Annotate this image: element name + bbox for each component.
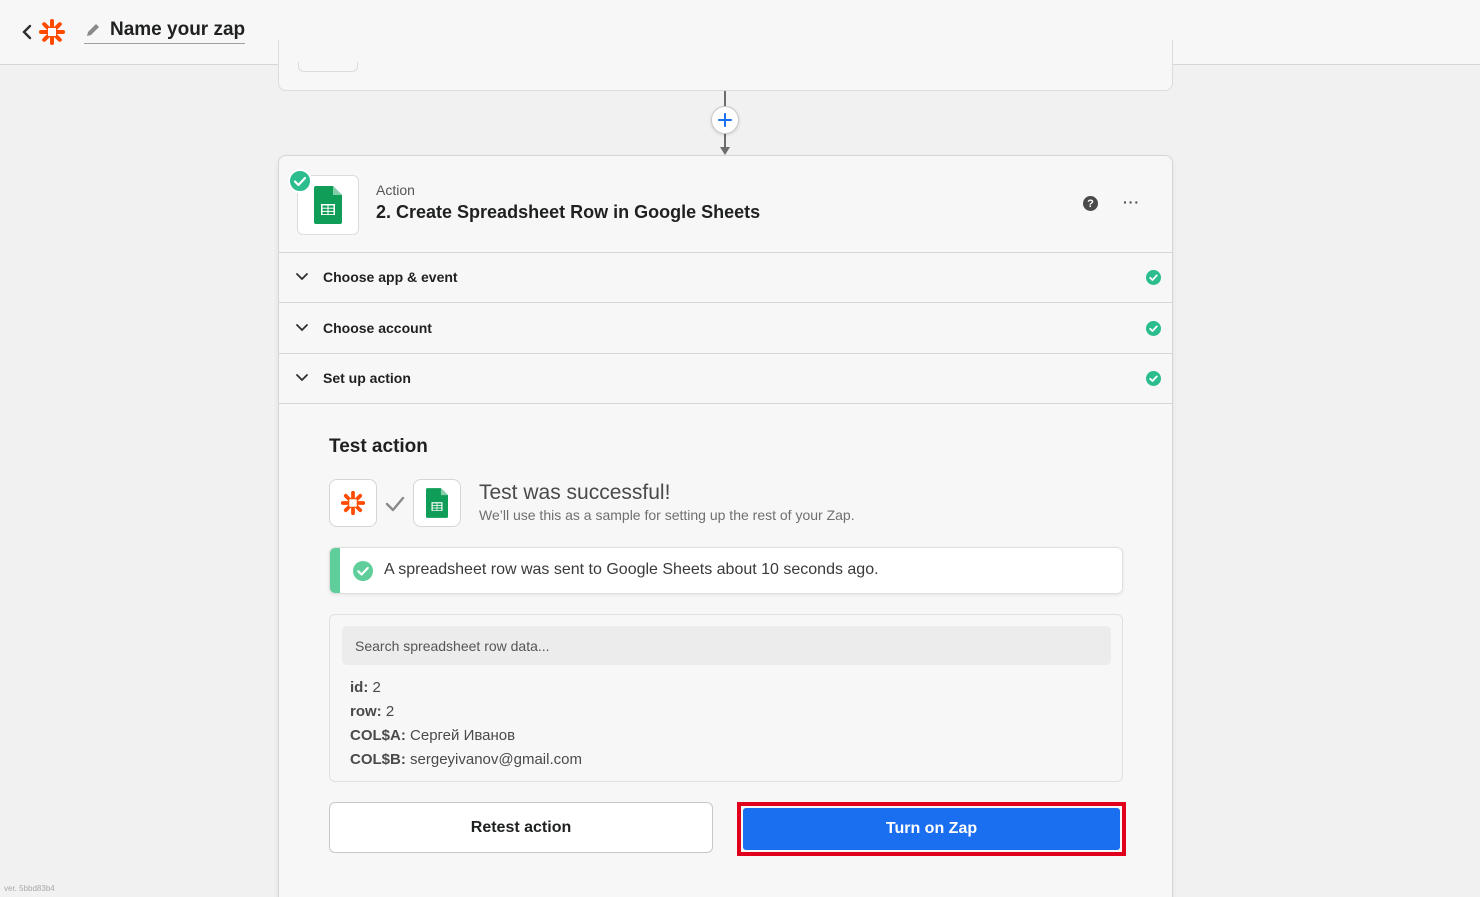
field-key: COL$A: xyxy=(350,727,406,744)
test-success-subtitle: We’ll use this as a sample for setting u… xyxy=(479,507,855,523)
chevron-down-icon xyxy=(296,324,308,332)
success-notice: A spreadsheet row was sent to Google She… xyxy=(329,547,1123,594)
data-field-row: id: 2 xyxy=(350,679,381,696)
complete-check-icon xyxy=(1146,321,1161,336)
row-data-panel: id: 2 row: 2 COL$A: Сергей Иванов COL$B:… xyxy=(329,614,1123,782)
chevron-left-icon[interactable] xyxy=(18,20,36,44)
google-sheets-icon xyxy=(426,488,448,518)
field-key: id: xyxy=(350,679,369,696)
zapier-asterisk-icon[interactable] xyxy=(38,18,66,46)
field-value: 2 xyxy=(372,679,381,696)
complete-check-icon xyxy=(1146,371,1161,386)
data-field-row: row: 2 xyxy=(350,703,394,720)
section-choose-app-event[interactable]: Choose app & event xyxy=(279,253,1172,303)
help-icon[interactable]: ? xyxy=(1083,196,1098,211)
data-field-row: COL$A: Сергей Иванов xyxy=(350,727,515,744)
plus-icon xyxy=(718,113,732,127)
chevron-down-icon xyxy=(296,273,308,281)
complete-check-icon xyxy=(1146,270,1161,285)
google-sheets-app-icon xyxy=(413,479,461,527)
action-card-header[interactable]: Action 2. Create Spreadsheet Row in Goog… xyxy=(279,156,1172,253)
add-step-button[interactable] xyxy=(711,106,739,134)
section-label: Choose account xyxy=(323,320,432,336)
turn-on-zap-button[interactable]: Turn on Zap xyxy=(743,808,1120,850)
retest-action-button[interactable]: Retest action xyxy=(329,802,713,853)
test-success-title: Test was successful! xyxy=(479,481,671,504)
field-value: sergeyivanov@gmail.com xyxy=(410,751,582,768)
field-value: 2 xyxy=(385,703,395,720)
section-set-up-action[interactable]: Set up action xyxy=(279,354,1172,404)
step-title: 2. Create Spreadsheet Row in Google Shee… xyxy=(376,202,761,222)
section-label: Set up action xyxy=(323,370,411,386)
previous-step-icon xyxy=(298,62,358,72)
success-check-icon xyxy=(353,561,373,581)
zapier-app-icon xyxy=(329,479,377,527)
data-field-row: COL$B: sergeyivanov@gmail.com xyxy=(350,751,582,768)
checkmark-icon xyxy=(385,496,405,512)
previous-step-card xyxy=(278,40,1173,91)
field-key: row: xyxy=(350,703,382,720)
pencil-icon xyxy=(84,21,102,39)
section-label: Choose app & event xyxy=(323,269,458,285)
google-sheets-icon xyxy=(314,186,342,224)
turn-on-zap-highlight: Turn on Zap xyxy=(737,802,1126,856)
step-complete-check-icon xyxy=(288,169,312,193)
zap-name-editor[interactable]: Name your zap xyxy=(84,19,246,44)
step-type-label: Action xyxy=(376,182,415,198)
field-value: Сергей Иванов xyxy=(410,727,516,744)
zap-name: Name your zap xyxy=(110,19,246,40)
notice-accent-bar xyxy=(330,548,340,593)
more-options-icon[interactable]: ··· xyxy=(1123,194,1140,210)
field-key: COL$B: xyxy=(350,751,406,768)
arrow-down-icon xyxy=(720,147,730,155)
chevron-down-icon xyxy=(296,374,308,382)
action-step-card: Action 2. Create Spreadsheet Row in Goog… xyxy=(278,155,1173,897)
test-action-heading: Test action xyxy=(329,436,428,457)
section-choose-account[interactable]: Choose account xyxy=(279,304,1172,354)
notice-text: A spreadsheet row was sent to Google She… xyxy=(384,561,879,578)
version-label: ver. 5bbd83b4 xyxy=(4,884,55,893)
zapier-asterisk-icon xyxy=(340,490,366,516)
search-row-data-input[interactable] xyxy=(342,626,1111,665)
